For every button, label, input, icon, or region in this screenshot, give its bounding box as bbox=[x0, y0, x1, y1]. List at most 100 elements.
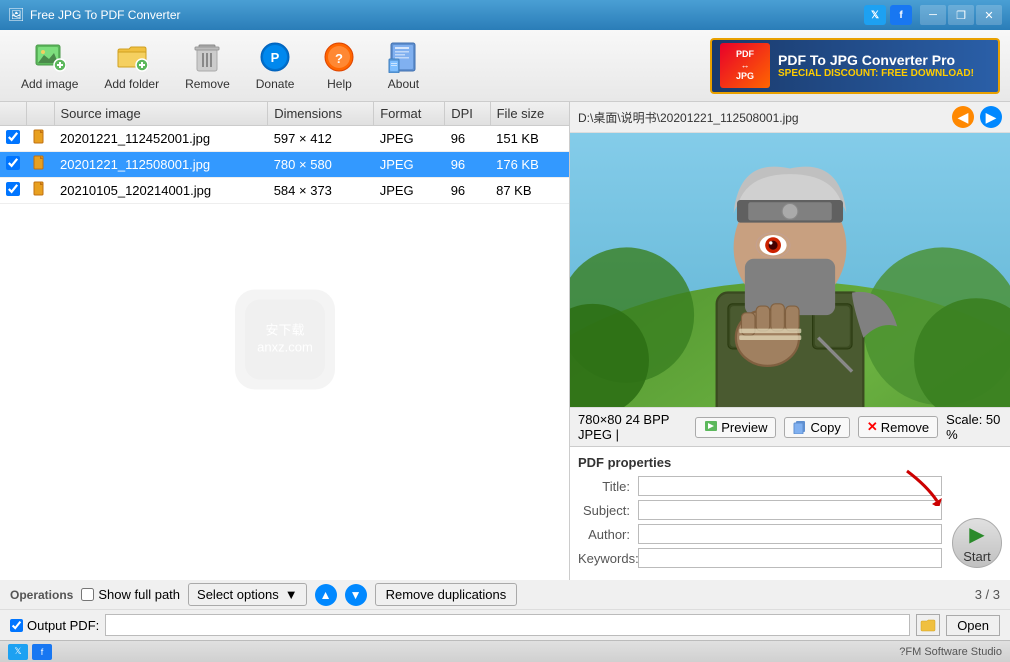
row-checkbox-2[interactable] bbox=[6, 156, 20, 170]
show-full-path-text: Show full path bbox=[98, 587, 180, 602]
prop-keywords-input[interactable] bbox=[638, 548, 942, 568]
size-2: 176 KB bbox=[490, 152, 569, 178]
format-1: JPEG bbox=[374, 126, 445, 152]
prev-image-btn[interactable]: ◀ bbox=[952, 106, 974, 128]
dropdown-icon: ▼ bbox=[285, 587, 298, 602]
file-table: Source image Dimensions Format DPI File … bbox=[0, 102, 569, 204]
browse-output-btn[interactable] bbox=[916, 614, 940, 636]
prop-author-input[interactable] bbox=[638, 524, 942, 544]
copy-btn[interactable]: Copy bbox=[784, 417, 849, 438]
status-bar: 𝕏 f ?FM Software Studio bbox=[0, 640, 1010, 662]
preview-path-bar: D:\桌面\说明书\20201221_112508001.jpg ◀ ▶ bbox=[570, 102, 1010, 133]
output-label: Output PDF: bbox=[27, 618, 99, 633]
left-panel: Source image Dimensions Format DPI File … bbox=[0, 102, 570, 580]
dimensions-3: 584 × 373 bbox=[268, 178, 374, 204]
operations-label: Operations bbox=[10, 588, 73, 602]
svg-text:?: ? bbox=[335, 51, 343, 66]
next-image-btn[interactable]: ▶ bbox=[980, 106, 1002, 128]
preview-btn[interactable]: Preview bbox=[695, 417, 776, 438]
donate-button[interactable]: P Donate bbox=[245, 34, 306, 98]
row-checkbox-1[interactable] bbox=[6, 130, 20, 144]
select-options-button[interactable]: Select options ▼ bbox=[188, 583, 307, 606]
output-pdf-checkbox[interactable] bbox=[10, 619, 23, 632]
social-icons: 𝕏 f bbox=[864, 5, 912, 25]
size-3: 87 KB bbox=[490, 178, 569, 204]
add-image-button[interactable]: Add image bbox=[10, 34, 89, 98]
help-icon: ? bbox=[323, 41, 355, 73]
preview-info-bar: 780×80 24 BPP JPEG | Preview Copy ✕ Remo… bbox=[570, 407, 1010, 446]
restore-btn[interactable]: ❐ bbox=[948, 5, 974, 25]
add-image-label: Add image bbox=[21, 77, 78, 91]
status-social: 𝕏 f bbox=[8, 644, 52, 660]
prop-subject-label: Subject: bbox=[578, 503, 638, 518]
preview-area bbox=[570, 133, 1010, 407]
filename-3: 20210105_120214001.jpg bbox=[54, 178, 268, 204]
main-content: Source image Dimensions Format DPI File … bbox=[0, 102, 1010, 580]
output-path-input[interactable] bbox=[105, 614, 910, 636]
prop-row-keywords: Keywords: bbox=[578, 548, 942, 568]
dimensions-2: 780 × 580 bbox=[268, 152, 374, 178]
remove-button[interactable]: Remove bbox=[174, 34, 241, 98]
donate-icon: P bbox=[259, 41, 291, 73]
pdf-properties: PDF properties Title: Subject: Author: bbox=[570, 446, 1010, 580]
output-pdf-label[interactable]: Output PDF: bbox=[10, 618, 99, 633]
start-play-icon: ▶ bbox=[969, 522, 984, 547]
col-dpi: DPI bbox=[445, 102, 490, 126]
remove-label: Remove bbox=[185, 77, 230, 91]
select-options-label: Select options bbox=[197, 587, 279, 602]
about-button[interactable]: About bbox=[373, 34, 433, 98]
start-button[interactable]: ▶ Start bbox=[952, 518, 1002, 568]
donate-label: Donate bbox=[256, 77, 295, 91]
table-row[interactable]: 20210105_120214001.jpg 584 × 373 JPEG 96… bbox=[0, 178, 569, 204]
prop-author-label: Author: bbox=[578, 527, 638, 542]
copy-icon bbox=[793, 420, 807, 434]
software-label: ?FM Software Studio bbox=[899, 646, 1002, 658]
format-2: JPEG bbox=[374, 152, 445, 178]
col-check bbox=[0, 102, 26, 126]
arrow-indicator bbox=[897, 466, 947, 506]
svg-text:P: P bbox=[271, 50, 280, 65]
show-full-path-checkbox[interactable] bbox=[81, 588, 94, 601]
svg-text:anxz.com: anxz.com bbox=[257, 340, 313, 355]
twitter-status-btn[interactable]: 𝕏 bbox=[8, 644, 28, 660]
table-row[interactable]: 20201221_112508001.jpg 780 × 580 JPEG 96… bbox=[0, 152, 569, 178]
col-source: Source image bbox=[54, 102, 268, 126]
show-full-path-label[interactable]: Show full path bbox=[81, 587, 180, 602]
file-list-wrapper: Source image Dimensions Format DPI File … bbox=[0, 102, 569, 580]
row-checkbox-3[interactable] bbox=[6, 182, 20, 196]
format-3: JPEG bbox=[374, 178, 445, 204]
col-dimensions: Dimensions bbox=[268, 102, 374, 126]
twitter-title-btn[interactable]: 𝕏 bbox=[864, 5, 886, 25]
file-icon-2 bbox=[32, 155, 48, 171]
remove-duplications-btn[interactable]: Remove duplications bbox=[375, 583, 518, 606]
minimize-btn[interactable]: ─ bbox=[920, 5, 946, 25]
col-icon bbox=[26, 102, 54, 126]
ad-banner[interactable]: PDF↔JPG PDF To JPG Converter Pro SPECIAL… bbox=[710, 38, 1000, 94]
help-label: Help bbox=[327, 77, 352, 91]
file-icon-3 bbox=[32, 181, 48, 197]
ad-banner-image: PDF↔JPG bbox=[720, 43, 770, 88]
col-format: Format bbox=[374, 102, 445, 126]
prop-row-title: Title: bbox=[578, 476, 942, 496]
move-up-btn[interactable]: ▲ bbox=[315, 584, 337, 606]
title-bar: 🖼 Free JPG To PDF Converter 𝕏 f ─ ❐ ✕ bbox=[0, 0, 1010, 30]
start-section: ▶ Start bbox=[952, 476, 1002, 572]
move-down-btn[interactable]: ▼ bbox=[345, 584, 367, 606]
dimensions-1: 597 × 412 bbox=[268, 126, 374, 152]
prop-title-label: Title: bbox=[578, 479, 638, 494]
close-btn[interactable]: ✕ bbox=[976, 5, 1002, 25]
scale-info: Scale: 50 % bbox=[946, 412, 1002, 442]
remove-icon bbox=[191, 41, 223, 73]
add-folder-button[interactable]: Add folder bbox=[93, 34, 170, 98]
app-icon: 🖼 bbox=[8, 7, 24, 23]
facebook-title-btn[interactable]: f bbox=[890, 5, 912, 25]
help-button[interactable]: ? Help bbox=[309, 34, 369, 98]
remove-preview-btn[interactable]: ✕ Remove bbox=[858, 416, 938, 438]
watermark-icon: 安下载 anxz.com bbox=[225, 280, 345, 400]
facebook-status-btn[interactable]: f bbox=[32, 644, 52, 660]
start-label: Start bbox=[963, 549, 990, 564]
open-btn[interactable]: Open bbox=[946, 615, 1000, 636]
about-icon bbox=[387, 41, 419, 73]
table-row[interactable]: 20201221_112452001.jpg 597 × 412 JPEG 96… bbox=[0, 126, 569, 152]
filename-2: 20201221_112508001.jpg bbox=[54, 152, 268, 178]
